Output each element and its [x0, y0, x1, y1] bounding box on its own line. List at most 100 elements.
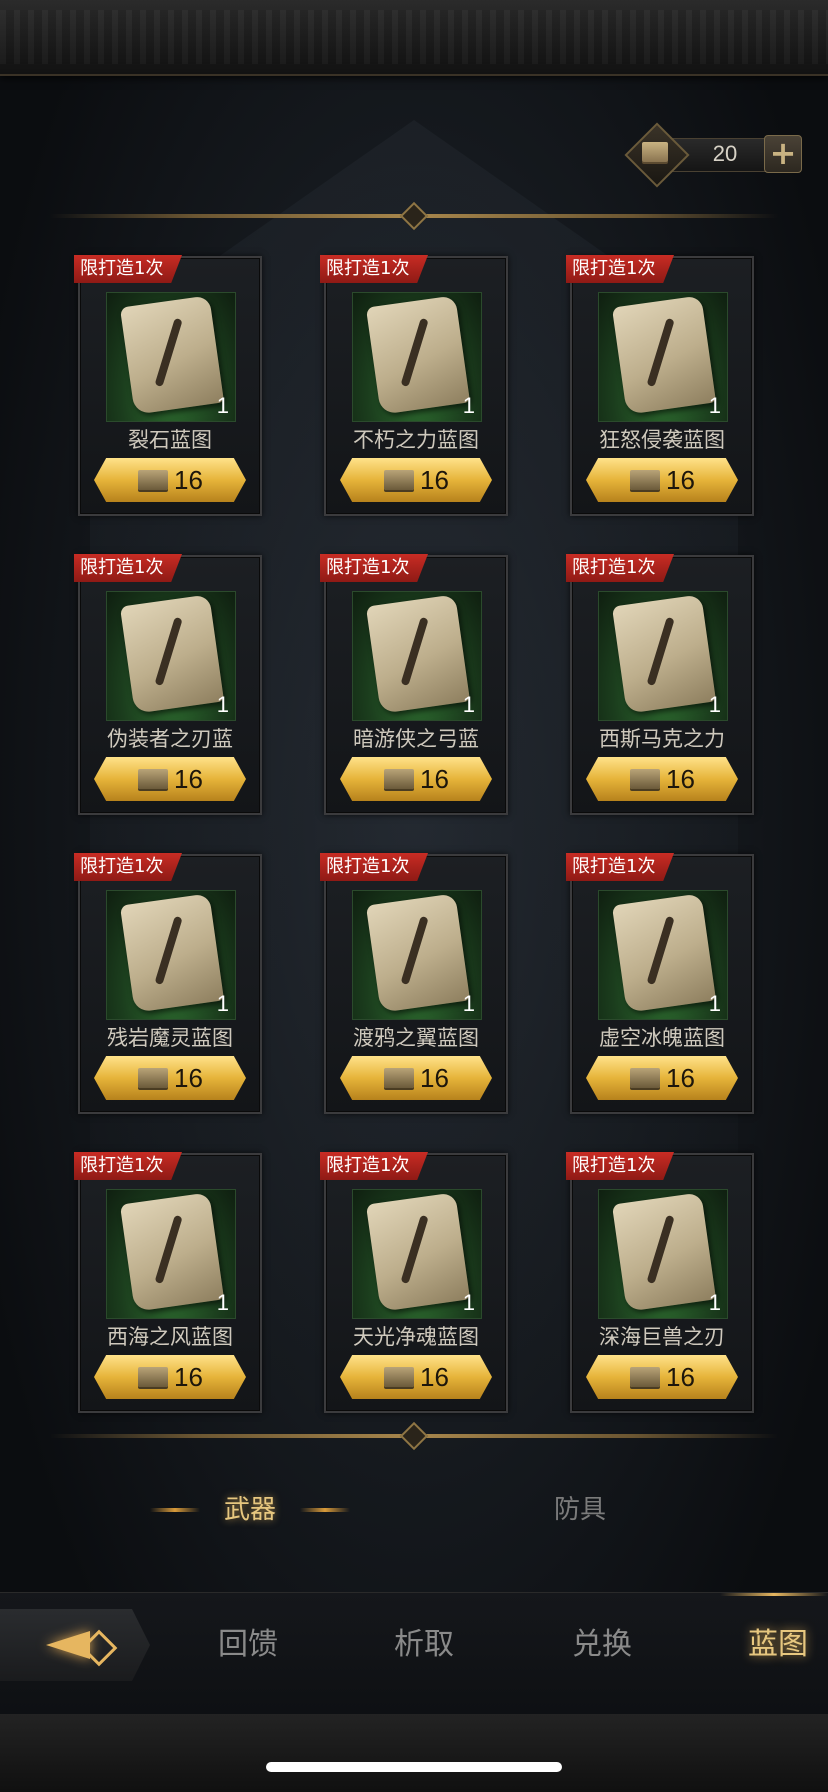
blueprint-name: 深海巨兽之刃: [599, 1325, 725, 1349]
nav-item-blueprint[interactable]: 蓝图: [718, 1613, 828, 1677]
item-quantity: 1: [462, 692, 475, 717]
blueprint-item-slot[interactable]: 1: [598, 1189, 728, 1319]
blueprint-card[interactable]: 限打造1次 1 西斯马克之力 16: [566, 554, 754, 815]
blueprint-book-icon: [630, 470, 660, 490]
buy-button[interactable]: 16: [586, 757, 738, 801]
category-tabs: 武器 防具: [0, 1480, 828, 1540]
limit-tag: 限打造1次: [74, 1152, 182, 1180]
price-value: 16: [666, 764, 695, 794]
blueprint-item-slot[interactable]: 1: [352, 890, 482, 1020]
price-value: 16: [174, 764, 203, 794]
currency-display: 20 +: [624, 122, 802, 188]
price-value: 16: [666, 1362, 695, 1392]
limit-tag: 限打造1次: [566, 853, 674, 881]
blueprint-item-slot[interactable]: 1: [106, 890, 236, 1020]
blueprint-name: 狂怒侵袭蓝图: [599, 428, 725, 452]
buy-button[interactable]: 16: [94, 1056, 246, 1100]
blueprint-card[interactable]: 限打造1次 1 残岩魔灵蓝图 16: [74, 853, 262, 1114]
blueprint-scroll-icon: [119, 1192, 225, 1312]
blueprint-book-icon: [138, 1367, 168, 1387]
blueprint-card[interactable]: 限打造1次 1 裂石蓝图 16: [74, 255, 262, 516]
blueprint-scroll-icon: [365, 295, 471, 415]
blueprint-shop-screen: 20 + 限打造1次 1 裂石蓝图 16 限打造1次 1 不朽之力蓝图 16 限打造1次 1 狂怒侵…: [0, 0, 828, 1792]
blueprint-name: 裂石蓝图: [128, 428, 212, 452]
blueprint-book-icon: [630, 1068, 660, 1088]
blueprint-item-slot[interactable]: 1: [106, 1189, 236, 1319]
item-quantity: 1: [708, 692, 721, 717]
price-value: 16: [420, 1362, 449, 1392]
nav-item-extract[interactable]: 析取: [364, 1613, 484, 1677]
nav-item-exchange[interactable]: 兑换: [542, 1613, 662, 1677]
blueprint-card[interactable]: 限打造1次 1 深海巨兽之刃 16: [566, 1152, 754, 1413]
blueprint-card[interactable]: 限打造1次 1 暗游侠之弓蓝 16: [320, 554, 508, 815]
item-quantity: 1: [708, 991, 721, 1016]
blueprint-scroll-icon: [611, 594, 717, 714]
blueprint-book-icon: [384, 769, 414, 789]
back-button[interactable]: [0, 1609, 150, 1681]
limit-tag: 限打造1次: [566, 255, 674, 283]
tab-armor[interactable]: 防具: [480, 1480, 680, 1540]
blueprint-item-slot[interactable]: 1: [352, 1189, 482, 1319]
blueprint-name: 虚空冰魄蓝图: [599, 1026, 725, 1050]
active-nav-glow: [720, 1593, 828, 1596]
blueprint-scroll-icon: [611, 1192, 717, 1312]
blueprint-book-icon: [630, 1367, 660, 1387]
blueprint-card[interactable]: 限打造1次 1 不朽之力蓝图 16: [320, 255, 508, 516]
buy-button[interactable]: 16: [586, 1355, 738, 1399]
buy-button[interactable]: 16: [340, 458, 492, 502]
item-quantity: 1: [708, 1290, 721, 1315]
blueprint-item-slot[interactable]: 1: [598, 292, 728, 422]
limit-tag: 限打造1次: [320, 255, 428, 283]
item-quantity: 1: [462, 1290, 475, 1315]
blueprint-card[interactable]: 限打造1次 1 虚空冰魄蓝图 16: [566, 853, 754, 1114]
blueprint-card[interactable]: 限打造1次 1 西海之风蓝图 16: [74, 1152, 262, 1413]
blueprint-book-icon: [630, 769, 660, 789]
blueprint-card[interactable]: 限打造1次 1 伪装者之刃蓝 16: [74, 554, 262, 815]
blueprint-card[interactable]: 限打造1次 1 狂怒侵袭蓝图 16: [566, 255, 754, 516]
blueprint-scroll-icon: [611, 295, 717, 415]
blueprint-name: 不朽之力蓝图: [353, 428, 479, 452]
item-quantity: 1: [216, 991, 229, 1016]
top-ornament-bar: [0, 0, 828, 76]
blueprint-item-slot[interactable]: 1: [352, 292, 482, 422]
add-currency-button[interactable]: +: [764, 135, 802, 173]
blueprint-item-slot[interactable]: 1: [598, 591, 728, 721]
price-value: 16: [666, 1063, 695, 1093]
buy-button[interactable]: 16: [340, 1056, 492, 1100]
blueprint-item-slot[interactable]: 1: [598, 890, 728, 1020]
tab-weapon[interactable]: 武器: [150, 1480, 350, 1540]
bottom-divider: [50, 1421, 778, 1451]
blueprint-card[interactable]: 限打造1次 1 渡鸦之翼蓝图 16: [320, 853, 508, 1114]
buy-button[interactable]: 16: [586, 458, 738, 502]
blueprint-book-icon: [384, 470, 414, 490]
buy-button[interactable]: 16: [94, 1355, 246, 1399]
item-quantity: 1: [462, 991, 475, 1016]
buy-button[interactable]: 16: [586, 1056, 738, 1100]
buy-button[interactable]: 16: [94, 458, 246, 502]
blueprint-name: 西海之风蓝图: [107, 1325, 233, 1349]
home-indicator[interactable]: [266, 1762, 562, 1772]
blueprint-name: 天光净魂蓝图: [353, 1325, 479, 1349]
price-value: 16: [420, 465, 449, 495]
buy-button[interactable]: 16: [340, 1355, 492, 1399]
blueprint-card[interactable]: 限打造1次 1 天光净魂蓝图 16: [320, 1152, 508, 1413]
blueprint-item-slot[interactable]: 1: [106, 591, 236, 721]
blueprint-name: 残岩魔灵蓝图: [107, 1026, 233, 1050]
top-divider: [50, 201, 778, 231]
blueprint-item-slot[interactable]: 1: [352, 591, 482, 721]
blueprint-item-slot[interactable]: 1: [106, 292, 236, 422]
buy-button[interactable]: 16: [94, 757, 246, 801]
blueprint-book-icon: [384, 1068, 414, 1088]
price-value: 16: [174, 1362, 203, 1392]
bottom-frame: [0, 1714, 828, 1792]
blueprint-book-icon: [138, 1068, 168, 1088]
limit-tag: 限打造1次: [566, 1152, 674, 1180]
blueprint-scroll-icon: [365, 594, 471, 714]
blueprint-scroll-icon: [119, 295, 225, 415]
nav-item-feedback[interactable]: 回馈: [188, 1613, 308, 1677]
limit-tag: 限打造1次: [74, 554, 182, 582]
currency-amount: 20: [712, 141, 738, 166]
price-value: 16: [174, 1063, 203, 1093]
buy-button[interactable]: 16: [340, 757, 492, 801]
bottom-nav: 回馈 析取 兑换 蓝图: [0, 1592, 828, 1715]
